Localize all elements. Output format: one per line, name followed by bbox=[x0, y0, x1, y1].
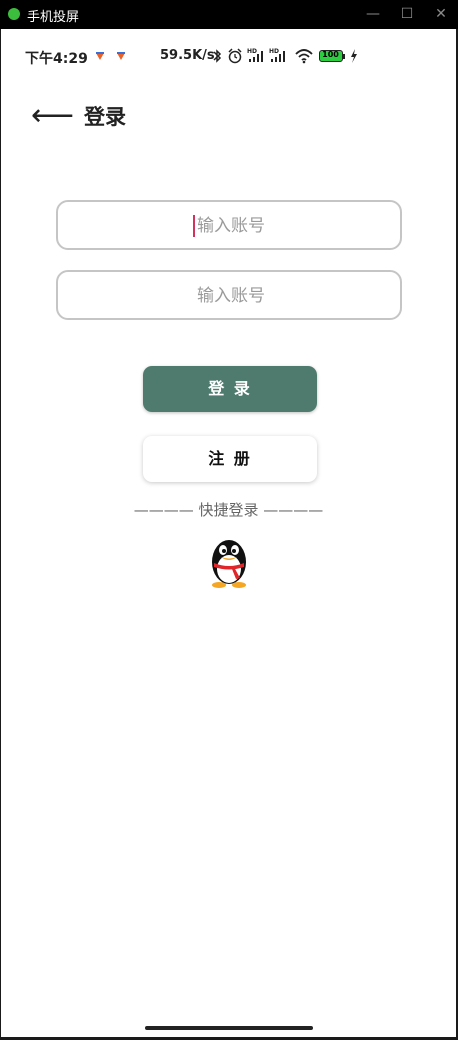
password-field[interactable] bbox=[56, 270, 404, 320]
window-title: 手机投屏 bbox=[27, 10, 80, 25]
qq-icon[interactable] bbox=[206, 534, 252, 590]
signal-hd-icon: HD bbox=[247, 48, 263, 62]
back-arrow-button[interactable]: ⟵ bbox=[31, 99, 74, 133]
notification-icon bbox=[117, 52, 125, 60]
account-input[interactable] bbox=[58, 202, 404, 250]
home-indicator[interactable] bbox=[145, 1026, 313, 1030]
text-cursor bbox=[193, 215, 195, 237]
svg-text:HD: HD bbox=[247, 48, 257, 55]
close-button[interactable]: ✕ bbox=[430, 4, 452, 24]
charging-icon bbox=[351, 49, 357, 63]
svg-text:HD: HD bbox=[269, 48, 279, 55]
status-bar: 下午4:29 59.5K/s HD HD 100 bbox=[1, 29, 456, 79]
battery-tip bbox=[343, 54, 345, 59]
network-speed: 59.5K/s bbox=[160, 48, 215, 63]
signal-hd-icon: HD bbox=[269, 48, 285, 62]
wifi-icon bbox=[295, 49, 313, 64]
minimize-button[interactable]: — bbox=[362, 4, 384, 24]
register-button[interactable]: 注 册 bbox=[143, 436, 317, 482]
notification-icon bbox=[96, 52, 104, 60]
page-title: 登录 bbox=[84, 105, 126, 129]
password-input[interactable] bbox=[58, 272, 404, 320]
phone-screen: 下午4:29 59.5K/s HD HD 100 ⟵ 登录 输入账号 输入账号 … bbox=[1, 29, 456, 1037]
battery-icon: 100 bbox=[319, 50, 343, 62]
status-time: 下午4:29 bbox=[25, 51, 88, 67]
account-field[interactable] bbox=[56, 200, 404, 250]
battery-level: 100 bbox=[322, 50, 339, 59]
bluetooth-icon bbox=[213, 49, 222, 63]
maximize-button[interactable]: ☐ bbox=[396, 4, 418, 24]
alarm-icon bbox=[228, 48, 242, 64]
app-status-icon bbox=[8, 8, 20, 20]
window-titlebar: 手机投屏 — ☐ ✕ bbox=[0, 0, 458, 29]
quick-login-label: ———— 快捷登录 ———— bbox=[133, 501, 324, 519]
login-button[interactable]: 登 录 bbox=[143, 366, 317, 412]
